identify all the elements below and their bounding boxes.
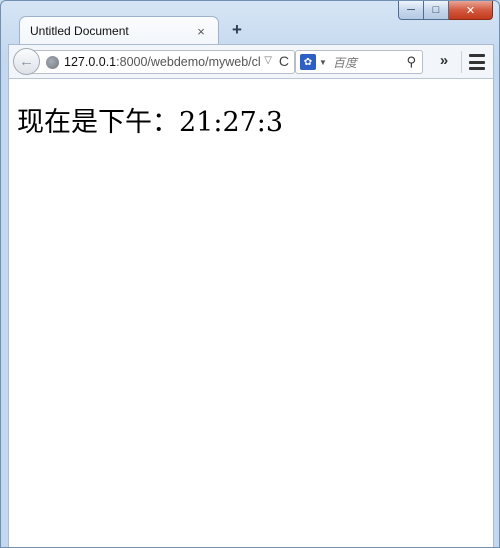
- address-bar[interactable]: 127.0.0.1 :8000/webdemo/myweb/cl ▽ C: [31, 50, 295, 74]
- tab-close-icon[interactable]: ×: [194, 24, 208, 39]
- page-content: 现在是下午：21:27:3: [8, 79, 494, 547]
- current-time-text: 现在是下午：21:27:3: [17, 107, 284, 138]
- window-controls: ─ □ ✕: [398, 1, 493, 20]
- tab-title: Untitled Document: [30, 24, 129, 38]
- window-close-button[interactable]: ✕: [449, 1, 493, 20]
- globe-icon: [46, 55, 59, 69]
- hamburger-menu-icon[interactable]: [469, 54, 485, 70]
- browser-window: ─ □ ✕ Untitled Document × + 127.0.0.1 :8…: [0, 0, 500, 548]
- search-bar[interactable]: ✿ ▼ 百度 ⚲: [295, 50, 423, 74]
- reload-icon[interactable]: C: [279, 53, 289, 69]
- tab-strip: Untitled Document × +: [9, 14, 379, 45]
- search-input[interactable]: 百度: [333, 54, 407, 71]
- new-tab-button[interactable]: +: [227, 20, 247, 40]
- search-engine-dropdown-icon[interactable]: ▼: [319, 58, 327, 67]
- url-host: 127.0.0.1: [64, 55, 117, 69]
- minimize-button[interactable]: ─: [398, 1, 424, 20]
- url-path: :8000/webdemo/myweb/cl: [116, 55, 261, 69]
- history-dropdown-icon[interactable]: ▽: [264, 55, 272, 66]
- navigation-toolbar: 127.0.0.1 :8000/webdemo/myweb/cl ▽ C ← ✿…: [8, 44, 494, 79]
- search-icon[interactable]: ⚲: [406, 54, 416, 70]
- back-button[interactable]: ←: [13, 48, 40, 75]
- toolbar-divider: [461, 51, 462, 73]
- tab-untitled-document[interactable]: Untitled Document ×: [19, 16, 219, 45]
- maximize-button[interactable]: □: [424, 1, 449, 20]
- baidu-paw-icon[interactable]: ✿: [300, 54, 316, 70]
- toolbar-overflow-button[interactable]: »: [435, 52, 453, 72]
